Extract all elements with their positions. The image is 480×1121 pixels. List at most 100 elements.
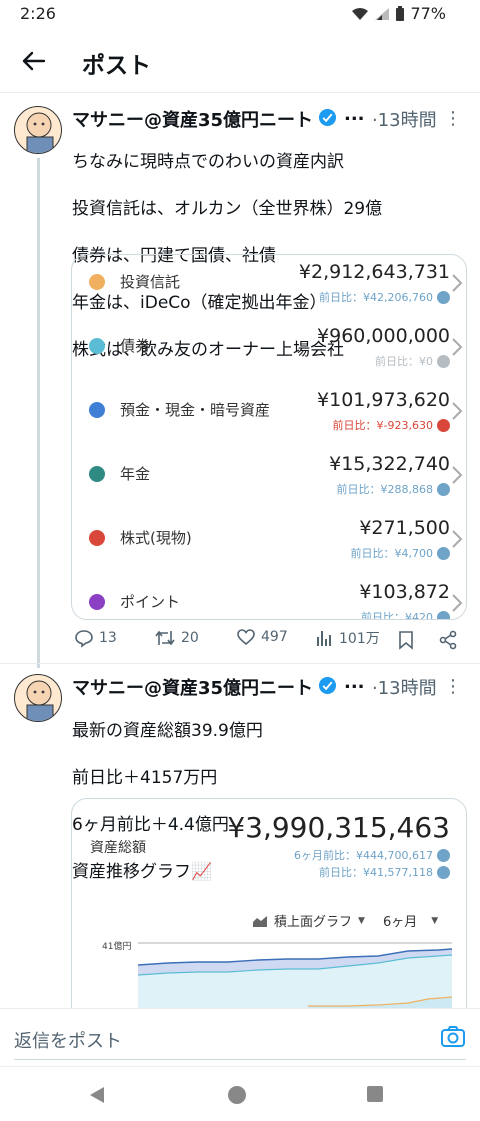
nav-recents-icon[interactable] — [366, 1085, 384, 1103]
more-options-icon[interactable]: ⋮ — [444, 108, 462, 129]
post-actions: 13 20 497 101万 — [72, 628, 468, 656]
asset-label: 株式(現物) — [120, 529, 192, 547]
chevron-down-icon: ▼ — [358, 915, 365, 926]
trend-up-icon — [437, 610, 450, 619]
views-chart-icon — [317, 631, 331, 646]
chevron-right-icon — [452, 338, 463, 356]
reply-input[interactable]: 返信をポスト — [14, 1027, 122, 1053]
chart-controls: 積上面グラフ ▼ 6ヶ月 ▼ — [252, 911, 438, 930]
post-divider — [0, 663, 480, 664]
more-options-icon[interactable]: ⋮ — [444, 676, 462, 697]
author-truncation: ... — [344, 672, 365, 693]
total-amount: ¥3,990,315,463 — [227, 811, 450, 844]
asset-delta: 前日比：¥-923,630 — [333, 417, 450, 433]
battery-percent: 77% — [410, 4, 446, 23]
share-icon[interactable] — [438, 630, 458, 650]
bookmark-icon[interactable] — [398, 630, 414, 650]
asset-row[interactable]: 預金・現金・暗号資産 ¥101,973,620 前日比：¥-923,630 — [72, 383, 466, 447]
chevron-right-icon — [452, 530, 463, 548]
repost-icon — [155, 630, 175, 646]
period-select[interactable]: 6ヶ月 — [383, 911, 417, 930]
back-arrow-icon[interactable] — [18, 46, 48, 76]
heart-icon — [237, 629, 255, 646]
asset-label: ポイント — [120, 593, 181, 611]
nav-home-icon[interactable] — [227, 1085, 247, 1105]
views-button[interactable]: 101万 — [316, 628, 380, 648]
like-button[interactable]: 497 — [236, 628, 288, 646]
header-divider — [0, 92, 480, 93]
trend-up-icon — [437, 848, 450, 862]
nav-back-icon[interactable] — [88, 1085, 106, 1105]
asset-delta: 前日比：¥420 — [361, 609, 450, 620]
chevron-right-icon — [452, 466, 463, 484]
asset-row[interactable]: ポイント ¥103,872 前日比：¥420 — [72, 575, 466, 620]
avatar[interactable] — [14, 674, 62, 722]
asset-delta: 前日比：¥0 — [375, 353, 450, 369]
reply-button[interactable]: 13 — [74, 628, 117, 648]
repost-count: 20 — [181, 630, 199, 646]
status-bar: 2:26 77% — [0, 0, 480, 28]
post-line: 前日比＋4157万円 — [72, 767, 218, 788]
reply-underline — [14, 1059, 466, 1060]
system-nav-bar — [0, 1066, 480, 1121]
area-chart-icon — [253, 915, 267, 927]
asset-color-dot — [89, 530, 105, 546]
delta-text: 前日比：¥42,206,760 — [319, 291, 433, 304]
thread-line — [37, 158, 40, 668]
trend-up-icon — [437, 290, 450, 304]
author-truncation: ... — [344, 104, 365, 125]
avatar[interactable] — [14, 106, 62, 154]
asset-row[interactable]: 株式(現物) ¥271,500 前日比：¥4,700 — [72, 511, 466, 575]
chevron-right-icon — [452, 274, 463, 292]
reply-bar: 返信をポスト — [0, 1008, 480, 1066]
asset-row[interactable]: 年金 ¥15,322,740 前日比：¥288,868 — [72, 447, 466, 511]
delta-6m: 6ヶ月前比：¥444,700,617 — [294, 847, 450, 863]
asset-color-dot — [89, 466, 105, 482]
asset-label: 年金 — [120, 465, 151, 483]
asset-amount: ¥2,912,643,731 — [298, 261, 450, 283]
asset-delta: 前日比：¥288,868 — [336, 481, 450, 497]
repost-button[interactable]: 20 — [154, 628, 199, 648]
page-title: ポスト — [82, 53, 151, 79]
status-time: 2:26 — [20, 4, 56, 23]
verified-badge-icon — [318, 108, 337, 127]
asset-label: 投資信託 — [120, 273, 181, 291]
chart-type-select[interactable]: 積上面グラフ — [274, 911, 352, 930]
asset-color-dot — [89, 338, 105, 354]
trend-up-icon — [437, 865, 450, 879]
y-axis-label: 41億円 — [102, 942, 132, 952]
post-line: 最新の資産総額39.9億円 — [72, 720, 263, 741]
asset-color-dot — [89, 402, 105, 418]
asset-delta: 前日比：¥4,700 — [350, 545, 450, 561]
asset-color-dot — [89, 594, 105, 610]
battery-icon — [396, 5, 405, 21]
post-line: ちなみに現時点でのわいの資産内訳 — [72, 151, 344, 172]
trend-down-icon — [437, 418, 450, 432]
view-count: 101万 — [339, 631, 380, 647]
reply-count: 13 — [99, 630, 117, 646]
total-label: 資産総額 — [90, 840, 146, 856]
camera-icon[interactable] — [440, 1025, 466, 1049]
status-icons: 77% — [351, 4, 446, 23]
asset-amount: ¥271,500 — [359, 517, 450, 539]
delta-text: 前日比：¥0 — [375, 355, 433, 368]
total-assets-card[interactable]: 資産総額 ¥3,990,315,463 6ヶ月前比：¥444,700,617 前… — [71, 798, 467, 1038]
chevron-right-icon — [452, 402, 463, 420]
asset-amount: ¥960,000,000 — [317, 325, 450, 347]
signal-icon — [375, 7, 390, 20]
asset-row[interactable]: 投資信託 ¥2,912,643,731 前日比：¥42,206,760 — [72, 255, 466, 319]
delta-1d: 前日比：¥41,577,118 — [319, 864, 450, 880]
delta-text: 前日比：¥420 — [361, 611, 433, 620]
asset-color-dot — [89, 274, 105, 290]
delta-1d-text: 前日比：¥41,577,118 — [319, 866, 433, 879]
delta-text: 前日比：¥288,868 — [336, 483, 434, 496]
like-count: 497 — [261, 629, 288, 645]
asset-breakdown-card[interactable]: 投資信託 ¥2,912,643,731 前日比：¥42,206,760 債券 ¥… — [71, 254, 467, 620]
asset-amount: ¥103,872 — [359, 581, 450, 603]
delta-text: 前日比：¥4,700 — [350, 547, 434, 560]
app-bar: ポスト — [0, 36, 480, 86]
asset-row[interactable]: 債券 ¥960,000,000 前日比：¥0 — [72, 319, 466, 383]
delta-text: 前日比：¥-923,630 — [332, 419, 433, 432]
asset-amount: ¥101,973,620 — [317, 389, 450, 411]
wifi-icon — [352, 7, 369, 20]
